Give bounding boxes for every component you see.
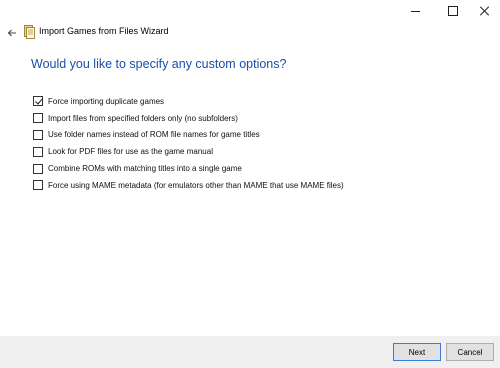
title-bar <box>0 0 500 22</box>
maximize-button[interactable] <box>436 0 470 22</box>
option-label: Force using MAME metadata (for emulators… <box>48 180 344 190</box>
option-force-duplicates[interactable]: Force importing duplicate games <box>33 93 344 110</box>
next-button[interactable]: Next <box>393 343 441 361</box>
option-mame-metadata[interactable]: Force using MAME metadata (for emulators… <box>33 177 344 194</box>
option-combine-roms[interactable]: Combine ROMs with matching titles into a… <box>33 160 344 177</box>
arrow-left-icon <box>7 29 16 37</box>
option-checkbox[interactable] <box>33 180 43 191</box>
wizard-header: Import Games from Files Wizard <box>0 22 500 44</box>
option-label: Combine ROMs with matching titles into a… <box>48 164 242 174</box>
option-checkbox[interactable] <box>33 113 43 124</box>
window-title: Import Games from Files Wizard <box>39 26 169 36</box>
option-label: Import files from specified folders only… <box>48 113 238 123</box>
option-label: Use folder names instead of ROM file nam… <box>48 130 260 140</box>
option-label: Look for PDF files for use as the game m… <box>48 147 213 157</box>
options-list: Force importing duplicate games Import f… <box>33 93 344 194</box>
option-label: Force importing duplicate games <box>48 96 165 106</box>
option-checkbox[interactable] <box>33 96 43 107</box>
close-icon <box>480 6 490 16</box>
option-pdf-manual[interactable]: Look for PDF files for use as the game m… <box>33 143 344 160</box>
maximize-icon <box>448 6 458 16</box>
minimize-button[interactable] <box>398 0 432 22</box>
option-use-folder-names[interactable]: Use folder names instead of ROM file nam… <box>33 127 344 144</box>
option-checkbox[interactable] <box>33 146 43 157</box>
option-specified-folders-only[interactable]: Import files from specified folders only… <box>33 110 344 127</box>
back-button[interactable] <box>4 24 20 42</box>
option-checkbox[interactable] <box>33 163 43 174</box>
wizard-document-icon <box>24 25 35 39</box>
close-button[interactable] <box>468 0 500 22</box>
page-heading: Would you like to specify any custom opt… <box>31 57 287 71</box>
minimize-icon <box>410 10 420 12</box>
cancel-button[interactable]: Cancel <box>446 343 494 361</box>
option-checkbox[interactable] <box>33 129 43 140</box>
